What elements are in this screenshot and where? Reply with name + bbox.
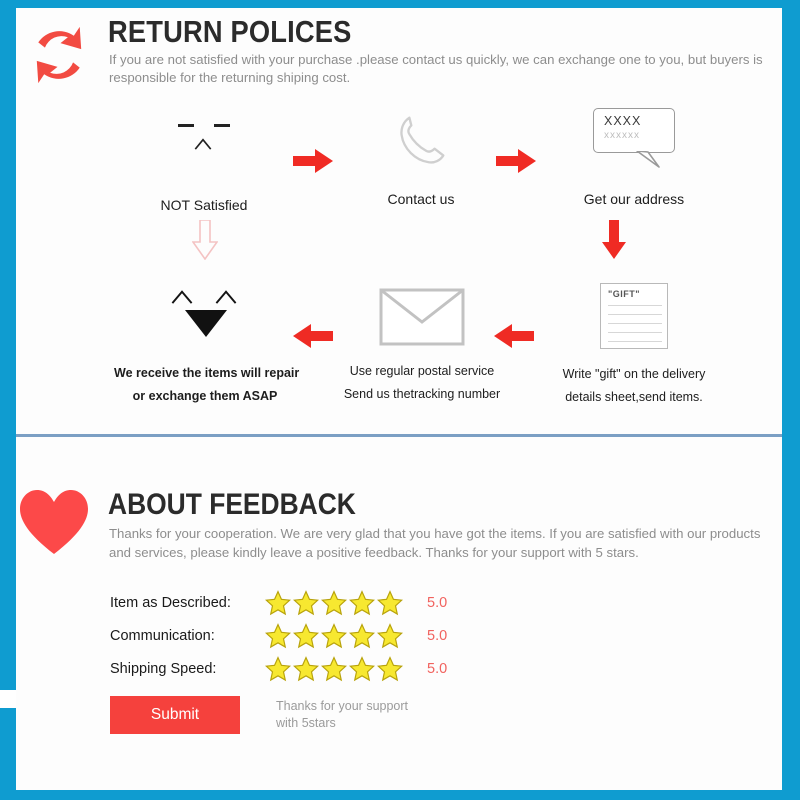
submit-area: Submit Thanks for your support with 5sta… bbox=[110, 696, 408, 734]
bubble-text-primary: XXXX bbox=[604, 114, 642, 128]
arrow-left-icon bbox=[494, 324, 534, 348]
rating-row: Shipping Speed: 5.0 bbox=[110, 652, 530, 685]
flow-step-write-gift: "GIFT" Write "gift" on the delivery deta… bbox=[534, 283, 734, 407]
flow-step-label: Get our address bbox=[583, 191, 685, 207]
section-divider bbox=[16, 434, 782, 437]
content-panel: RETURN POLICES If you are not satisfied … bbox=[16, 8, 782, 790]
star-icon[interactable] bbox=[377, 655, 403, 682]
star-icon[interactable] bbox=[321, 589, 347, 616]
arrow-down-icon bbox=[192, 220, 218, 260]
return-policy-feedback-banner: RETURN POLICES If you are not satisfied … bbox=[0, 0, 800, 800]
speech-bubble-icon: XXXX xxxxxx bbox=[593, 108, 675, 168]
star-icon[interactable] bbox=[265, 589, 291, 616]
flow-step-label-line1: Use regular postal service bbox=[349, 364, 495, 378]
flow-step-repair-exchange: We receive the items will repair or exch… bbox=[114, 288, 300, 406]
return-policy-section: RETURN POLICES If you are not satisfied … bbox=[16, 8, 782, 433]
star-icon[interactable] bbox=[265, 622, 291, 649]
flow-step-label-line2: details sheet,send items. bbox=[565, 390, 703, 404]
rating-label: Shipping Speed: bbox=[110, 660, 217, 677]
heart-icon bbox=[20, 490, 88, 554]
arrow-down-icon bbox=[602, 220, 626, 259]
flow-step-label-line1: We receive the items will repair bbox=[114, 366, 300, 380]
star-icon[interactable] bbox=[321, 622, 347, 649]
rating-score: 5.0 bbox=[427, 594, 448, 611]
star-icon[interactable] bbox=[349, 655, 375, 682]
flow-step-label: NOT Satisfied bbox=[160, 197, 248, 213]
flow-step-label: Contact us bbox=[387, 191, 455, 207]
arrow-right-icon bbox=[496, 149, 536, 173]
feedback-description: Thanks for your cooperation. We are very… bbox=[109, 526, 761, 560]
rating-label: Item as Described: bbox=[110, 594, 231, 611]
feedback-section: ABOUT FEEDBACK Thanks for your cooperati… bbox=[16, 438, 782, 790]
star-icon[interactable] bbox=[377, 589, 403, 616]
return-policy-description: If you are not satisfied with your purch… bbox=[109, 52, 763, 85]
flow-step-label-line1: Write "gift" on the delivery bbox=[562, 367, 706, 381]
star-icon[interactable] bbox=[293, 655, 319, 682]
frame-border-notch bbox=[0, 690, 16, 708]
flow-step-contact-us: Contact us bbox=[351, 108, 491, 209]
flow-step-postal-service: Use regular postal service Send us thetr… bbox=[334, 288, 510, 404]
arrow-left-icon bbox=[293, 324, 333, 348]
arrow-right-icon bbox=[293, 149, 333, 173]
star-icon[interactable] bbox=[293, 589, 319, 616]
rating-row: Communication: 5.0 bbox=[110, 619, 530, 652]
frame-border-bottom bbox=[0, 790, 800, 800]
star-rating-item-as-described[interactable] bbox=[265, 589, 405, 616]
rating-row: Item as Described: 5.0 bbox=[110, 586, 530, 619]
bubble-text-secondary: xxxxxx bbox=[604, 130, 640, 141]
flow-step-label-line2: or exchange them ASAP bbox=[132, 389, 278, 403]
frame-border-left bbox=[0, 0, 16, 800]
flow-step-get-address: XXXX xxxxxx Get our address bbox=[544, 108, 724, 209]
star-icon[interactable] bbox=[293, 622, 319, 649]
page-title: RETURN POLICES bbox=[108, 14, 352, 49]
rating-label: Communication: bbox=[110, 627, 215, 644]
feedback-title: ABOUT FEEDBACK bbox=[108, 488, 356, 521]
star-icon[interactable] bbox=[265, 655, 291, 682]
star-icon[interactable] bbox=[349, 622, 375, 649]
return-flow-diagram: NOT Satisfied Contact us XXXX xxxxxx Get… bbox=[16, 108, 782, 428]
recycle-arrows-icon bbox=[36, 26, 82, 84]
telephone-icon bbox=[400, 116, 445, 164]
flow-step-not-satisfied: NOT Satisfied bbox=[134, 108, 274, 215]
document-icon: "GIFT" bbox=[600, 283, 668, 349]
frame-border-top bbox=[0, 0, 800, 8]
envelope-icon bbox=[379, 288, 465, 346]
happy-face-icon bbox=[167, 290, 243, 346]
submit-button[interactable]: Submit bbox=[110, 696, 240, 734]
rating-score: 5.0 bbox=[427, 627, 448, 644]
star-icon[interactable] bbox=[321, 655, 347, 682]
ratings-list: Item as Described: 5.0 Communication: 5.… bbox=[110, 586, 530, 685]
document-label: "GIFT" bbox=[608, 289, 641, 299]
flow-step-label-line2: Send us thetracking number bbox=[343, 387, 501, 401]
frame-border-right bbox=[782, 0, 800, 800]
star-rating-communication[interactable] bbox=[265, 622, 405, 649]
rating-score: 5.0 bbox=[427, 660, 448, 677]
star-rating-shipping-speed[interactable] bbox=[265, 655, 405, 682]
sad-face-icon bbox=[172, 114, 236, 164]
star-icon[interactable] bbox=[377, 622, 403, 649]
star-icon[interactable] bbox=[349, 589, 375, 616]
submit-note: Thanks for your support with 5stars bbox=[276, 699, 409, 730]
